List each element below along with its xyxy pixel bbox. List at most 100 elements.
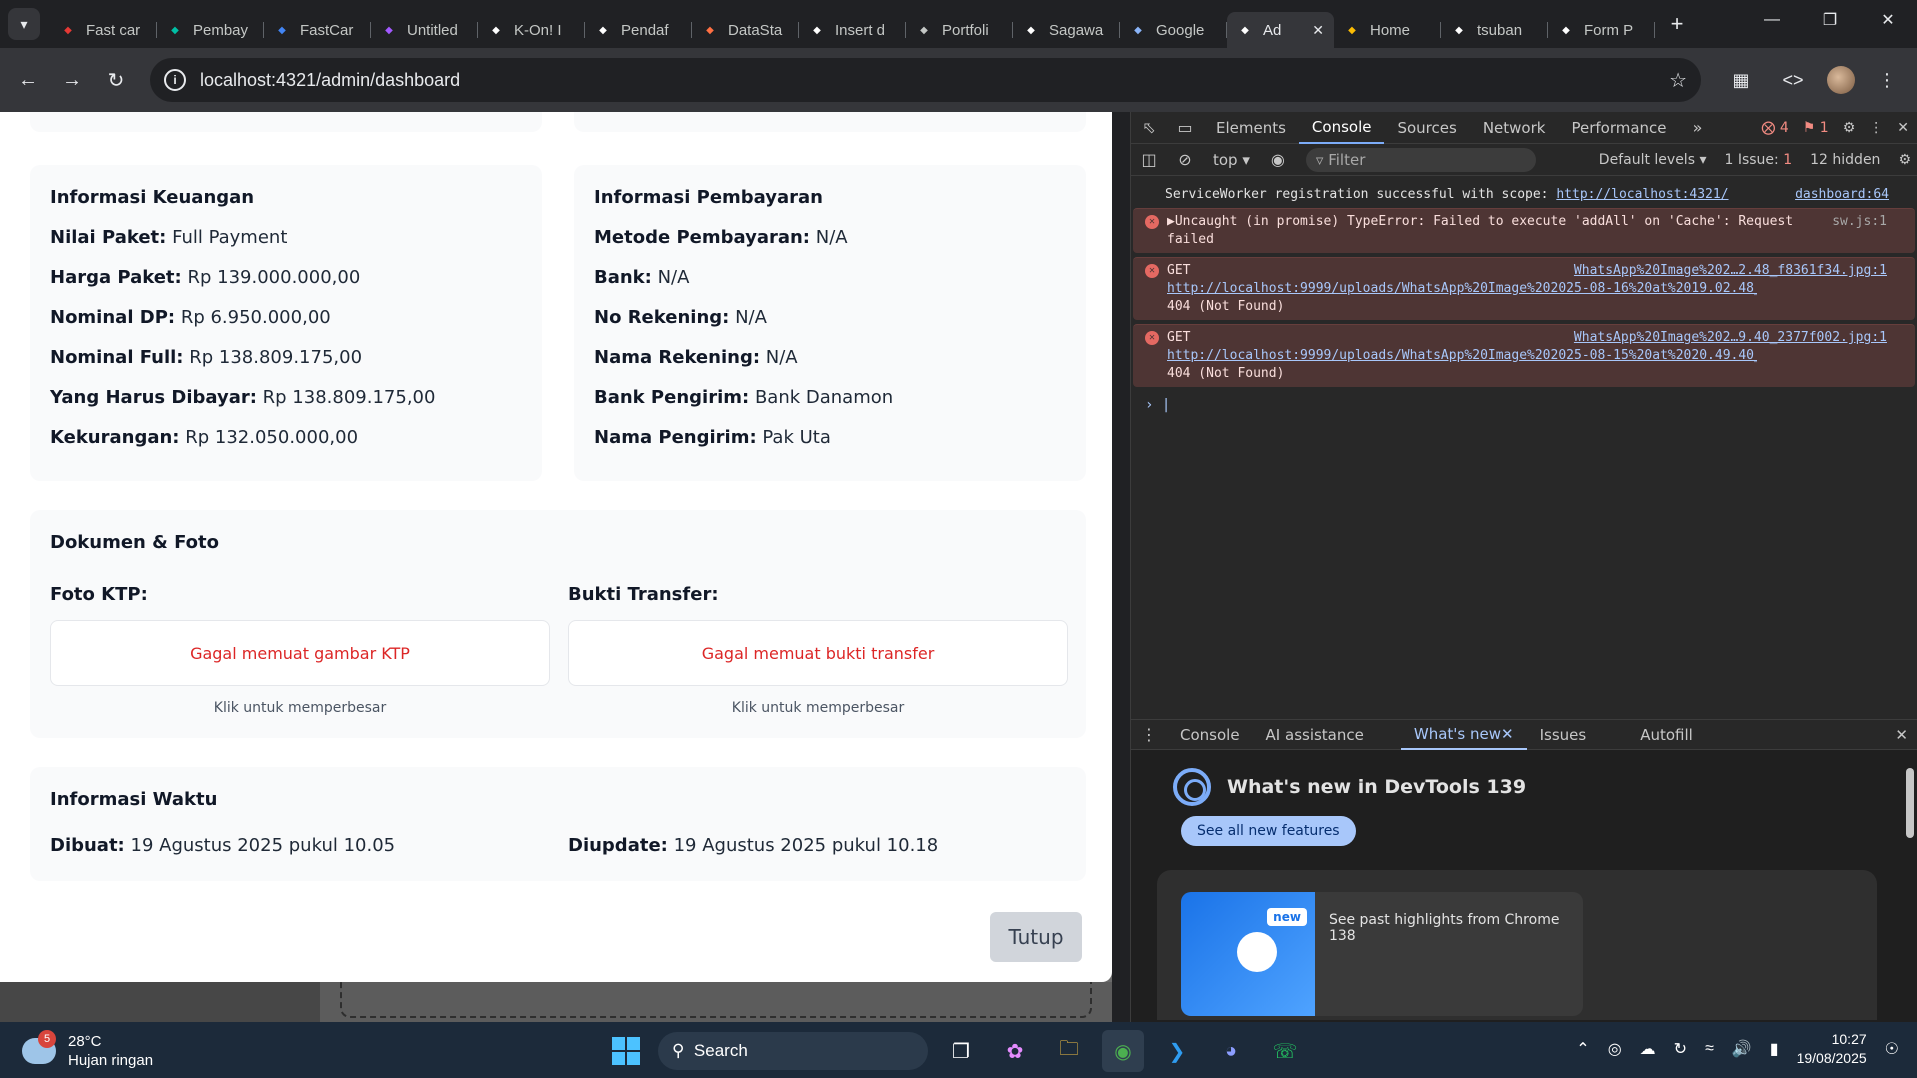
minimize-button[interactable]: —	[1743, 0, 1801, 40]
chrome-icon[interactable]: ◉	[1102, 1030, 1144, 1072]
forward-button[interactable]: →	[54, 62, 90, 98]
drawer-tab[interactable]: Console	[1167, 720, 1253, 750]
inspect-element-icon[interactable]: ⬁	[1131, 118, 1167, 137]
browser-tab[interactable]: ◆ Pendaf	[585, 12, 692, 48]
devtools-tab[interactable]: Network	[1470, 112, 1559, 144]
browser-tab[interactable]: ◆ Ad ✕	[1227, 12, 1334, 48]
devtools-tab[interactable]: Sources	[1384, 112, 1469, 144]
ktp-image-box[interactable]: Gagal memuat gambar KTP	[50, 620, 550, 686]
device-toolbar-icon[interactable]: ▭	[1167, 118, 1203, 137]
vscode-icon[interactable]: ❯	[1156, 1030, 1198, 1072]
close-tab-icon[interactable]: ✕	[1312, 22, 1324, 39]
drawer-tab[interactable]: What's new ✕	[1400, 720, 1527, 750]
issues-link[interactable]: 1 Issue: 1	[1724, 152, 1792, 168]
taskbar-search[interactable]: ⚲ Search	[658, 1032, 928, 1070]
close-devtools-icon[interactable]: ✕	[1897, 120, 1909, 136]
extensions-puzzle-icon[interactable]: ▦	[1721, 60, 1761, 100]
more-tabs-icon[interactable]: »	[1680, 118, 1716, 137]
browser-tab[interactable]: ◆ tsuban	[1441, 12, 1548, 48]
see-all-features-button[interactable]: See all new features	[1181, 816, 1356, 846]
task-view-icon[interactable]: ❐	[940, 1030, 982, 1072]
drawer-tab[interactable]: AI assistance	[1253, 720, 1377, 750]
address-bar[interactable]: i localhost:4321/admin/dashboard ☆	[150, 58, 1701, 102]
reload-button[interactable]: ↻	[98, 62, 134, 98]
browser-tab[interactable]: ◆ DataSta	[692, 12, 799, 48]
devtools-code-icon[interactable]: <>	[1773, 60, 1813, 100]
message-source-link[interactable]: WhatsApp%20Image%202…9.40_2377f002.jpg:1	[1574, 329, 1887, 347]
issue-count-badge[interactable]: ⚑ 1	[1803, 120, 1829, 136]
new-tab-button[interactable]: +	[1661, 8, 1693, 40]
log-levels-dropdown[interactable]: Default levels ▾	[1599, 152, 1707, 168]
close-tab-icon[interactable]: ✕	[1501, 725, 1514, 743]
message-url-link[interactable]: http://localhost:9999/uploads/WhatsApp%2…	[1167, 280, 1757, 298]
profile-avatar[interactable]	[1827, 66, 1855, 94]
drawer-tab[interactable]: Issues	[1527, 720, 1600, 750]
clock[interactable]: 10:27 19/08/2025	[1797, 1030, 1867, 1068]
discord-icon[interactable]: ◕	[1210, 1030, 1252, 1072]
tab-search-button[interactable]: ▾	[8, 8, 40, 40]
volume-icon[interactable]: 🔊	[1732, 1039, 1752, 1059]
url-text[interactable]: localhost:4321/admin/dashboard	[200, 70, 1669, 91]
message-url-link[interactable]: http://localhost:9999/uploads/WhatsApp%2…	[1167, 347, 1757, 365]
sidebar-toggle-icon[interactable]: ◫	[1131, 150, 1167, 169]
tutup-button[interactable]: Tutup	[990, 912, 1082, 962]
browser-tab[interactable]: ◆ Portfoli	[906, 12, 1013, 48]
devtools-tab[interactable]: Console	[1298, 112, 1385, 144]
browser-tab[interactable]: ◆ Untitled	[371, 12, 478, 48]
sync-icon[interactable]: ↻	[1674, 1039, 1687, 1059]
console-prompt[interactable]: › |	[1131, 391, 1917, 419]
live-expression-eye-icon[interactable]: ◉	[1260, 150, 1296, 169]
message-url-link[interactable]: http://localhost:4321/	[1556, 187, 1728, 202]
battery-icon[interactable]: ▮	[1770, 1039, 1779, 1059]
back-button[interactable]: ←	[10, 62, 46, 98]
weather-widget[interactable]: 5 28°C Hujan ringan	[22, 1030, 153, 1070]
browser-tab[interactable]: ◆ Insert d	[799, 12, 906, 48]
highlight-video-item[interactable]: new See past highlights from Chrome 138	[1181, 892, 1583, 1016]
drawer-tab[interactable]: Autofill	[1627, 720, 1706, 750]
devtools-tab[interactable]: Performance	[1558, 112, 1679, 144]
file-explorer-icon[interactable]: 🗀	[1048, 1030, 1090, 1072]
new-badge: new	[1267, 908, 1307, 926]
message-source-link[interactable]: sw.js:1	[1832, 213, 1887, 231]
context-selector[interactable]: top ▾	[1203, 151, 1260, 169]
transfer-image-box[interactable]: Gagal memuat bukti transfer	[568, 620, 1068, 686]
devtools-menu-icon[interactable]: ⋮	[1869, 120, 1883, 136]
chevron-up-icon[interactable]: ⌃	[1576, 1039, 1589, 1059]
browser-tab[interactable]: ◆ K-On! I	[478, 12, 585, 48]
browser-tab[interactable]: ◆ Google	[1120, 12, 1227, 48]
devtools-tab[interactable]: Elements	[1203, 112, 1299, 144]
hotspot-icon[interactable]: ◎	[1608, 1039, 1622, 1059]
onedrive-cloud-icon[interactable]: ☁	[1640, 1039, 1656, 1059]
browser-tab[interactable]: ◆ FastCar	[264, 12, 371, 48]
close-drawer-icon[interactable]: ✕	[1895, 726, 1917, 744]
settings-gear-icon[interactable]: ⚙	[1843, 120, 1856, 136]
browser-tab[interactable]: ◆ Sagawa	[1013, 12, 1120, 48]
wifi-icon[interactable]: ≈	[1705, 1040, 1714, 1058]
close-window-button[interactable]: ✕	[1859, 0, 1917, 40]
notification-bell-icon[interactable]: ☉	[1885, 1039, 1899, 1059]
window-controls: — ❐ ✕	[1743, 0, 1917, 40]
bookmark-star-icon[interactable]: ☆	[1669, 68, 1687, 93]
console-settings-gear-icon[interactable]: ⚙	[1898, 152, 1911, 168]
clear-console-icon[interactable]: ⊘	[1167, 150, 1203, 169]
site-info-icon[interactable]: i	[164, 69, 186, 91]
maximize-button[interactable]: ❐	[1801, 0, 1859, 40]
scrollbar-thumb[interactable]	[1906, 768, 1914, 838]
message-source-link[interactable]: dashboard:64	[1795, 186, 1889, 204]
backdrop-sidebar	[0, 982, 320, 1022]
browser-tab[interactable]: ◆ Home	[1334, 12, 1441, 48]
drawer-menu-icon[interactable]: ⋮	[1131, 725, 1167, 744]
field-value: N/A	[765, 347, 798, 368]
windows-start-icon[interactable]	[606, 1031, 646, 1071]
browser-tab[interactable]: ◆ Pembay	[157, 12, 264, 48]
kebab-menu-icon[interactable]: ⋮	[1867, 60, 1907, 100]
message-source-link[interactable]: WhatsApp%20Image%202…2.48_f8361f34.jpg:1	[1574, 262, 1887, 280]
browser-tab[interactable]: ◆ Fast car	[50, 12, 157, 48]
whatsapp-icon[interactable]: ☏	[1264, 1030, 1306, 1072]
browser-tab[interactable]: ◆ Form P	[1548, 12, 1655, 48]
copilot-icon[interactable]: ✿	[994, 1030, 1036, 1072]
error-count-badge[interactable]: ⨂ 4	[1761, 120, 1788, 136]
card-previous	[30, 112, 542, 132]
console-filter-input[interactable]: ▿ Filter	[1305, 147, 1536, 172]
drawer-scrollbar[interactable]	[1906, 756, 1914, 1016]
